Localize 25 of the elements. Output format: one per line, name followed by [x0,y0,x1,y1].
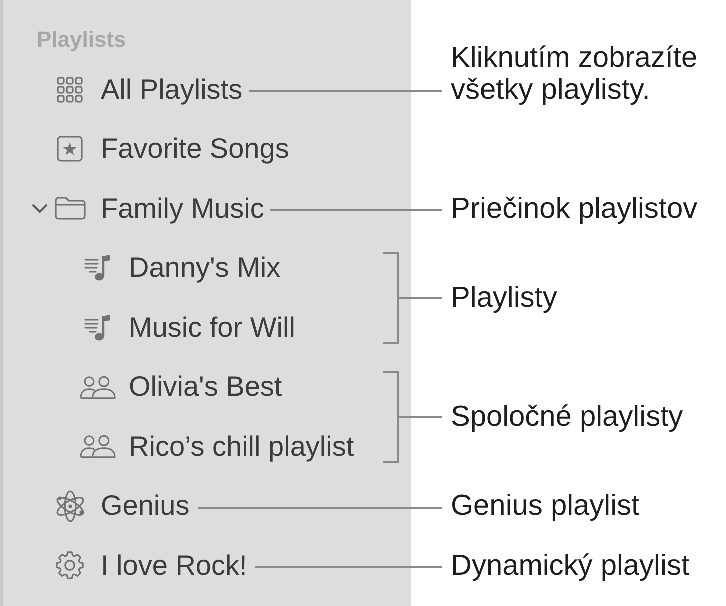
playlist-item[interactable]: Olivia's Best [80,371,282,404]
people-icon [80,374,116,400]
star-box-icon [57,136,83,162]
callout-label: Kliknutím zobrazíte všetky playlisty. [451,42,699,106]
folder-icon [54,197,86,220]
callout-label: Dynamický playlist [451,550,690,582]
chevron-down-icon[interactable] [32,204,48,214]
callout-label: Genius playlist [451,490,641,522]
gear-icon [56,551,84,580]
playlist-item[interactable]: Favorite Songs [52,133,290,166]
playlist-item[interactable]: Rico’s chill playlist [80,430,354,463]
people-icon [80,434,116,460]
grid-icon [57,76,83,103]
atom-icon [56,490,84,523]
playlist-item[interactable]: I love Rock! [52,550,248,582]
folder-item[interactable]: Family Music [52,192,264,225]
playlist-item[interactable]: Music for Will [80,312,296,344]
playlist-item[interactable]: Danny's Mix [80,252,281,284]
callout-label: Playlisty [451,282,558,314]
callout-label: Spoločné playlisty [451,401,684,433]
callout-label: Priečinok playlistov [451,192,699,225]
music-list-icon [84,314,112,342]
playlist-item[interactable]: Genius [52,490,190,523]
playlist-item[interactable]: All Playlists [52,74,243,106]
music-list-icon [84,254,112,282]
